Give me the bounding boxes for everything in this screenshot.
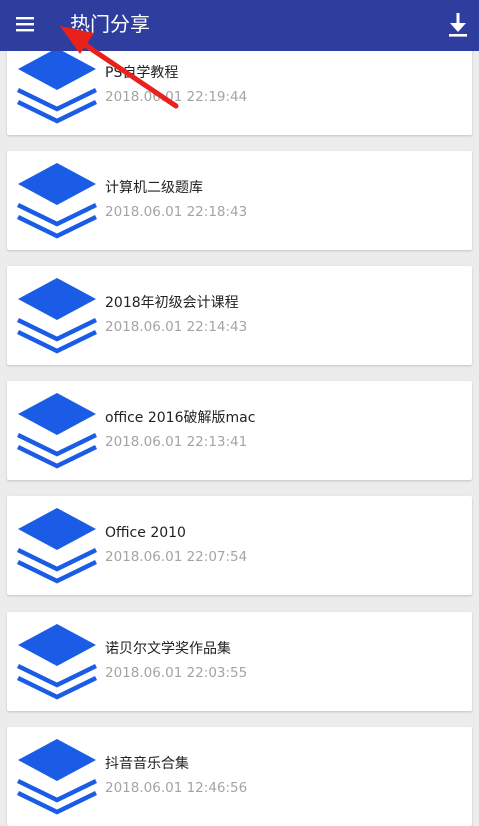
menu-button[interactable]	[12, 12, 40, 40]
stacked-layers-icon	[16, 622, 98, 700]
list-item[interactable]: 抖音音乐合集 2018.06.01 12:46:56	[7, 727, 472, 826]
file-timestamp: 2018.06.01 22:07:54	[105, 549, 248, 565]
file-name: office 2016破解版mac	[105, 410, 256, 426]
stacked-layers-icon	[16, 391, 98, 469]
list-item[interactable]: 2018年初级会计课程 2018.06.01 22:14:43	[7, 266, 472, 365]
stacked-layers-icon	[16, 46, 98, 124]
list-item[interactable]: 计算机二级题库 2018.06.01 22:18:43	[7, 151, 472, 250]
file-timestamp: 2018.06.01 22:19:44	[105, 89, 248, 105]
hamburger-menu-icon	[16, 17, 34, 32]
file-name: Office 2010	[105, 525, 186, 541]
list-item[interactable]: 诺贝尔文学奖作品集 2018.06.01 22:03:55	[7, 612, 472, 711]
file-timestamp: 2018.06.01 22:18:43	[105, 204, 248, 220]
list-item[interactable]: Office 2010 2018.06.01 22:07:54	[7, 496, 472, 595]
stacked-layers-icon	[16, 506, 98, 584]
file-name: PS自学教程	[105, 65, 179, 81]
file-name: 2018年初级会计课程	[105, 295, 239, 311]
file-timestamp: 2018.06.01 12:46:56	[105, 780, 248, 796]
list-item[interactable]: office 2016破解版mac 2018.06.01 22:13:41	[7, 381, 472, 480]
download-icon	[449, 13, 467, 37]
file-name: 抖音音乐合集	[105, 756, 189, 772]
page-title: 热门分享	[70, 12, 150, 36]
stacked-layers-icon	[16, 161, 98, 239]
file-timestamp: 2018.06.01 22:03:55	[105, 665, 248, 681]
file-name: 诺贝尔文学奖作品集	[105, 641, 231, 657]
app-bar: 热门分享	[0, 0, 479, 51]
file-timestamp: 2018.06.01 22:13:41	[105, 434, 248, 450]
stacked-layers-icon	[16, 276, 98, 354]
download-button[interactable]	[445, 10, 473, 40]
file-name: 计算机二级题库	[105, 180, 203, 196]
file-timestamp: 2018.06.01 22:14:43	[105, 319, 248, 335]
stacked-layers-icon	[16, 737, 98, 815]
